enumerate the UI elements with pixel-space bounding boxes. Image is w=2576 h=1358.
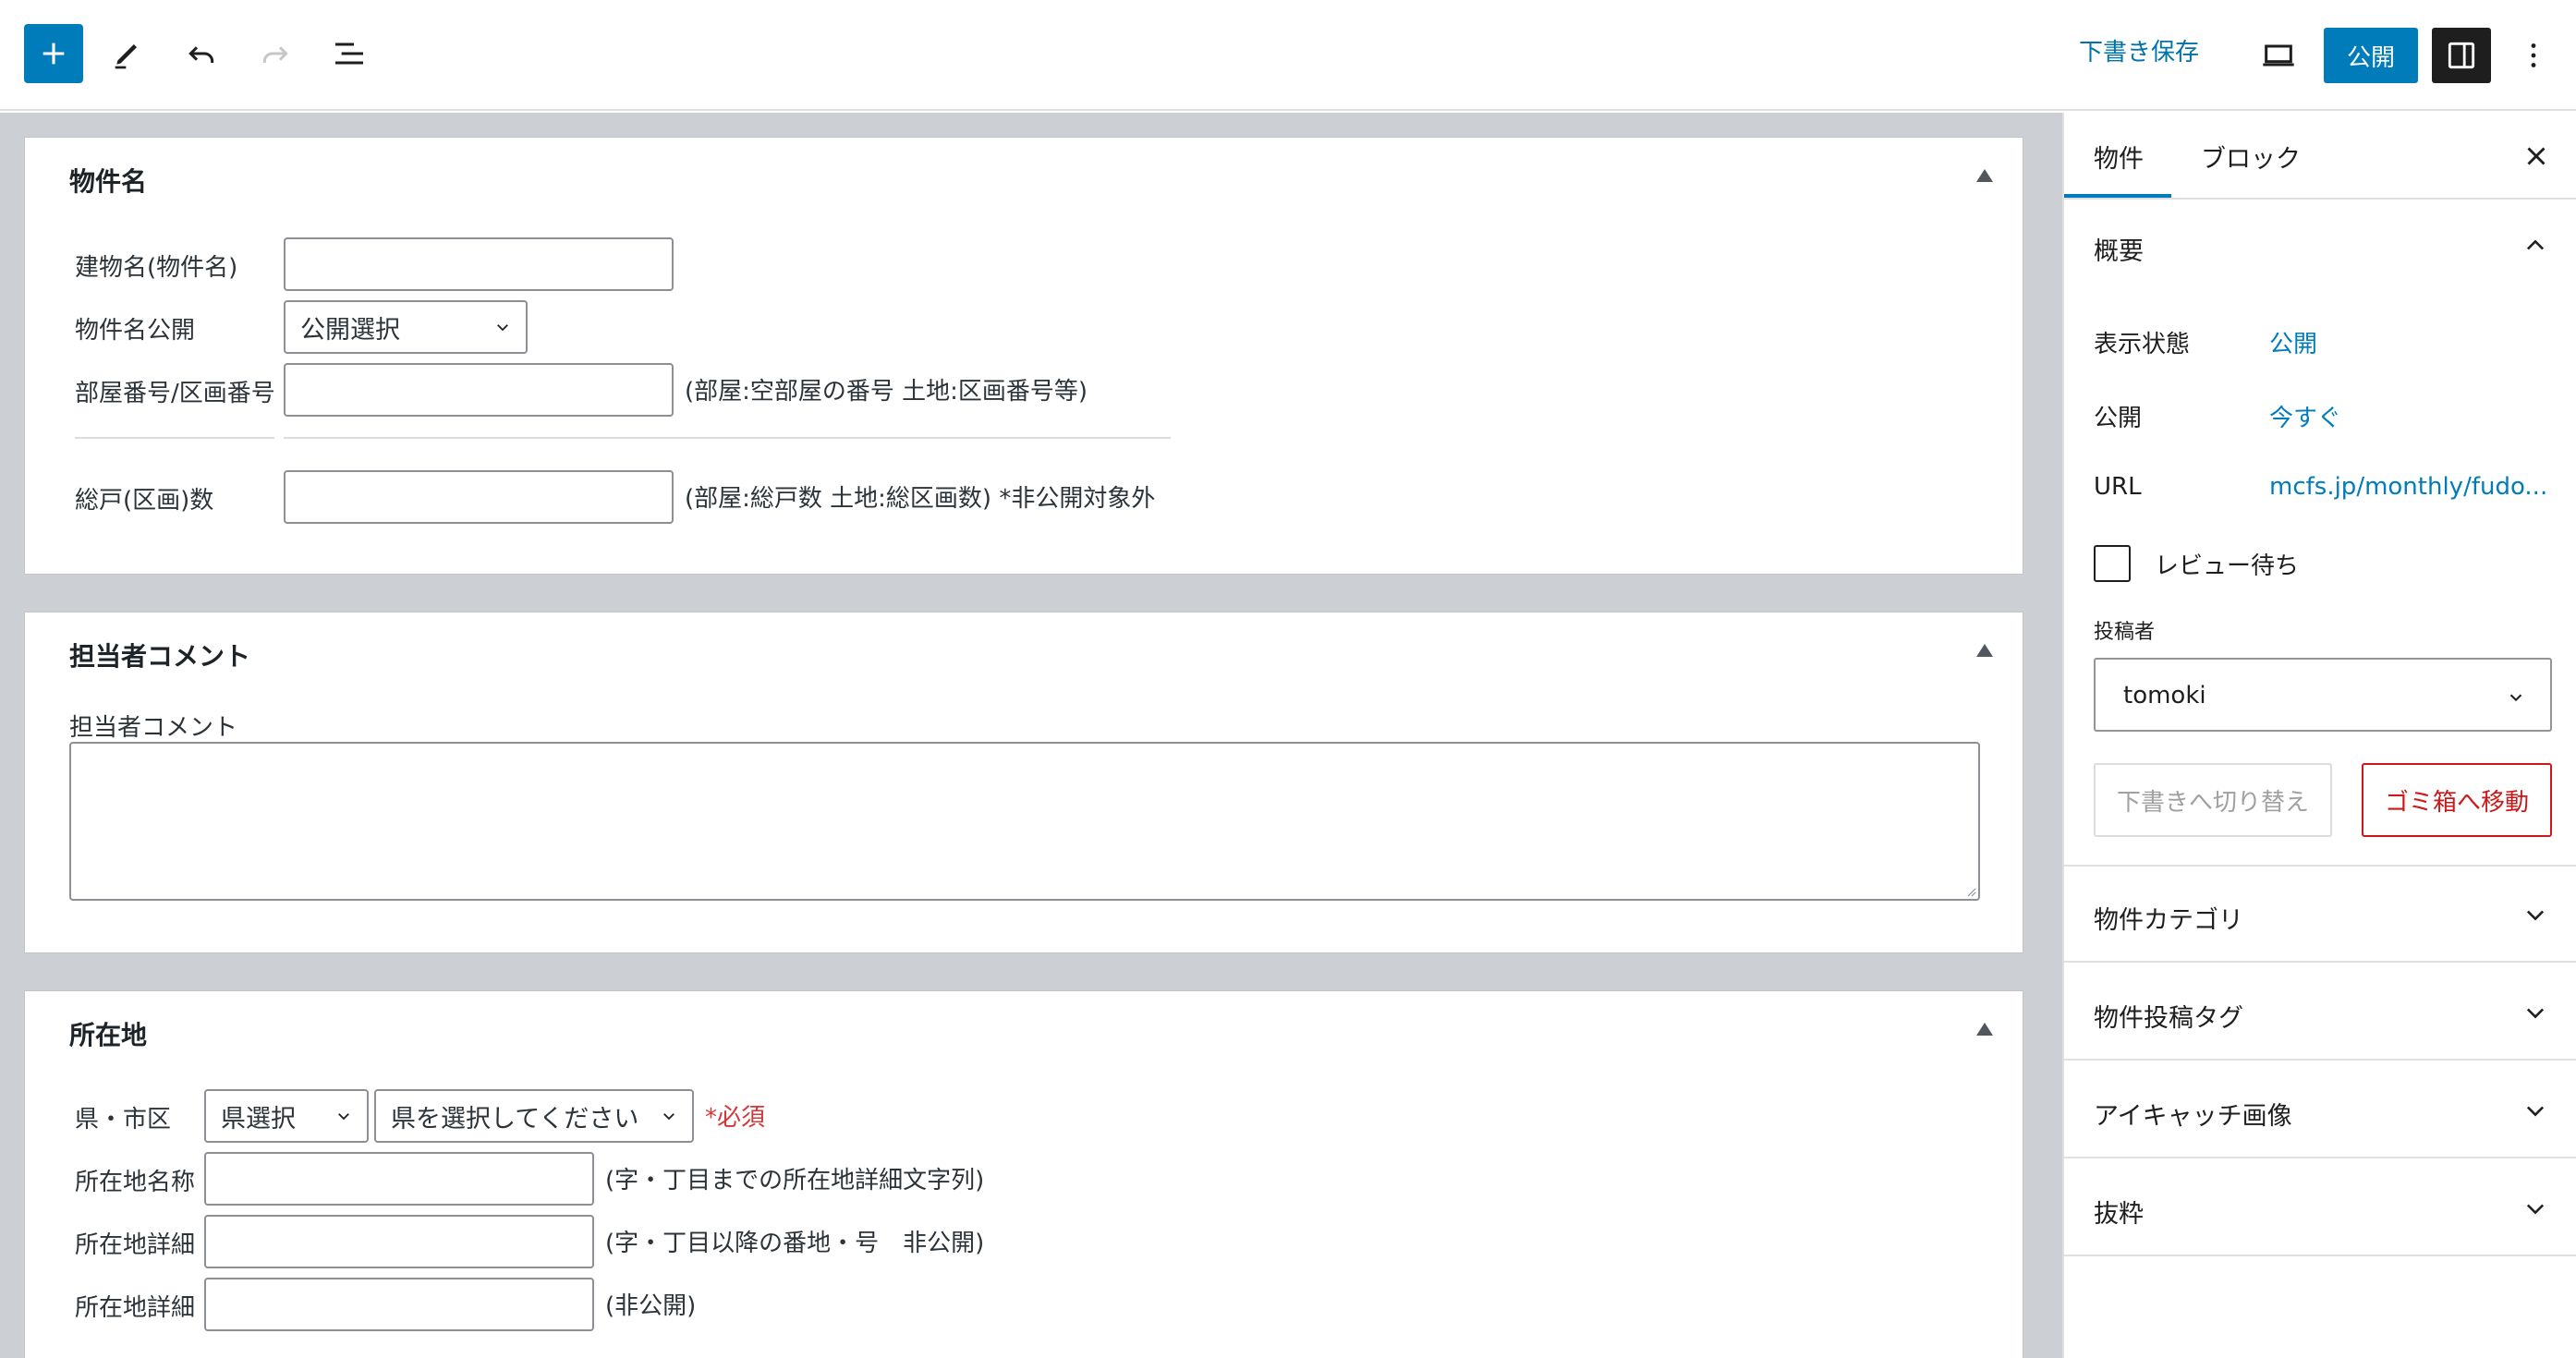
pref-city-label: 県・市区: [75, 1106, 172, 1134]
chevron-down-icon: [338, 1113, 349, 1121]
close-icon[interactable]: [2521, 140, 2552, 172]
add-block-button[interactable]: [24, 24, 83, 83]
staff-comment-label: 担当者コメント: [69, 714, 238, 742]
sidebar-section-featured-image[interactable]: アイキャッチ画像: [2064, 1062, 2576, 1158]
prefecture-select[interactable]: 県選択: [204, 1089, 369, 1143]
redo-button[interactable]: [246, 24, 305, 83]
editor-canvas: 物件名 建物名(物件名) 物件名公開 公開選択 部屋番号/区画番号 (部屋:空部…: [0, 113, 2062, 1358]
name-publish-label: 物件名公開: [75, 317, 196, 345]
list-view-button[interactable]: [320, 24, 379, 83]
summary-section-header[interactable]: 概要: [2064, 201, 2576, 294]
author-value: tomoki: [2123, 682, 2206, 709]
editor-toolbar: 下書き保存 公開: [0, 0, 2576, 111]
more-vertical-icon: [2531, 43, 2536, 67]
list-view-icon: [335, 42, 363, 65]
room-number-input[interactable]: [284, 363, 674, 417]
total-units-input[interactable]: [284, 470, 674, 524]
section-title: 物件投稿タグ: [2094, 1004, 2243, 1033]
section-title: アイキャッチ画像: [2094, 1102, 2292, 1131]
preview-button[interactable]: [2251, 28, 2306, 83]
address-detail2-input[interactable]: [204, 1278, 594, 1331]
chevron-down-icon: [2526, 1008, 2545, 1019]
chevron-down-icon: [497, 324, 508, 332]
pencil-icon: [115, 44, 137, 69]
building-name-label: 建物名(物件名): [75, 254, 238, 282]
active-tab-indicator: [2064, 194, 2171, 198]
chevron-down-icon: [2526, 910, 2545, 921]
sidebar-section-categories[interactable]: 物件カテゴリ: [2064, 867, 2576, 963]
room-number-hint: (部屋:空部屋の番号 土地:区画番号等): [685, 378, 1088, 406]
collapse-arrow-icon[interactable]: [1976, 1023, 1993, 1036]
sidebar-icon: [2448, 42, 2475, 69]
author-label: 投稿者: [2094, 621, 2156, 644]
address-detail2-hint: (非公開): [605, 1292, 697, 1320]
tab-block[interactable]: ブロック: [2201, 139, 2301, 175]
publish-button[interactable]: 公開: [2324, 28, 2418, 83]
prefecture-value: 県選択: [221, 1104, 296, 1134]
move-to-trash-button[interactable]: ゴミ箱へ移動: [2362, 763, 2552, 837]
save-draft-button[interactable]: 下書き保存: [2079, 33, 2199, 67]
settings-toggle-button[interactable]: [2432, 28, 2491, 83]
address-name-label: 所在地名称: [75, 1169, 196, 1196]
building-name-input[interactable]: [284, 237, 674, 291]
plus-icon: [43, 42, 65, 65]
name-publish-select[interactable]: 公開選択: [284, 300, 528, 354]
tab-post[interactable]: 物件: [2094, 139, 2144, 175]
divider: [284, 437, 1171, 439]
undo-button[interactable]: [172, 24, 231, 83]
section-title: 物件カテゴリ: [2094, 906, 2243, 935]
chevron-up-icon: [2526, 239, 2545, 250]
collapse-arrow-icon[interactable]: [1976, 644, 1993, 657]
total-units-hint: (部屋:総戸数 土地:総区画数) *非公開対象外: [685, 485, 1156, 513]
pending-review-checkbox[interactable]: [2094, 545, 2131, 582]
city-select[interactable]: 県を選択してください: [374, 1089, 694, 1143]
property-name-panel: 物件名 建物名(物件名) 物件名公開 公開選択 部屋番号/区画番号 (部屋:空部…: [24, 137, 2023, 575]
address-name-input[interactable]: [204, 1152, 594, 1206]
panel-title: 物件名: [69, 166, 148, 197]
total-units-label: 総戸(区画)数: [75, 487, 214, 515]
sidebar-section-tags[interactable]: 物件投稿タグ: [2064, 964, 2576, 1061]
url-label: URL: [2094, 473, 2142, 501]
switch-to-draft-button[interactable]: 下書きへ切り替え: [2094, 763, 2332, 837]
address-name-hint: (字・丁目までの所在地詳細文字列): [605, 1167, 985, 1194]
required-mark: *必須: [705, 1104, 766, 1132]
staff-comment-textarea[interactable]: [69, 742, 1980, 901]
address-detail2-label: 所在地詳細: [75, 1294, 196, 1322]
collapse-arrow-icon[interactable]: [1976, 169, 1993, 182]
sidebar-section-excerpt[interactable]: 抜粋: [2064, 1160, 2576, 1256]
room-number-label: 部屋番号/区画番号: [75, 380, 275, 407]
resize-handle-icon[interactable]: [1963, 884, 1976, 897]
chevron-down-icon: [2509, 694, 2522, 702]
visibility-label: 表示状態: [2094, 331, 2191, 358]
more-options-button[interactable]: [2506, 28, 2561, 83]
chevron-down-icon: [2526, 1106, 2545, 1117]
author-select[interactable]: tomoki: [2094, 658, 2552, 732]
pending-review-label: レビュー待ち: [2155, 552, 2300, 580]
publish-date-label: 公開: [2094, 405, 2143, 432]
url-value[interactable]: mcfs.jp/monthly/fudo...: [2269, 473, 2547, 501]
settings-sidebar: 物件 ブロック 概要 表示状態 公開 公開 今すぐ URL mcfs.jp/mo…: [2062, 113, 2576, 1358]
undo-icon: [188, 46, 214, 63]
address-detail-hint: (字・丁目以降の番地・号 非公開): [605, 1230, 985, 1257]
tools-button[interactable]: [98, 24, 157, 83]
address-detail-label: 所在地詳細: [75, 1231, 196, 1259]
staff-comment-panel: 担当者コメント 担当者コメント: [24, 612, 2023, 953]
city-value: 県を選択してください: [391, 1104, 639, 1134]
chevron-down-icon: [2526, 1204, 2545, 1215]
chevron-down-icon: [663, 1113, 674, 1121]
laptop-icon: [2263, 44, 2294, 67]
visibility-value[interactable]: 公開: [2269, 325, 2317, 359]
redo-icon: [262, 46, 288, 63]
location-panel: 所在地 県・市区 県選択 県を選択してください *必須 所在地名称 (字・丁目ま…: [24, 990, 2023, 1358]
publish-date-value[interactable]: 今すぐ: [2269, 399, 2341, 433]
summary-title: 概要: [2094, 237, 2144, 266]
section-title: 抜粋: [2094, 1200, 2144, 1229]
address-detail-input[interactable]: [204, 1215, 594, 1268]
sidebar-tabs: 物件 ブロック: [2064, 113, 2576, 200]
name-publish-value: 公開選択: [300, 315, 400, 345]
divider: [75, 437, 274, 439]
panel-title: 所在地: [69, 1020, 148, 1050]
panel-title: 担当者コメント: [69, 641, 251, 672]
